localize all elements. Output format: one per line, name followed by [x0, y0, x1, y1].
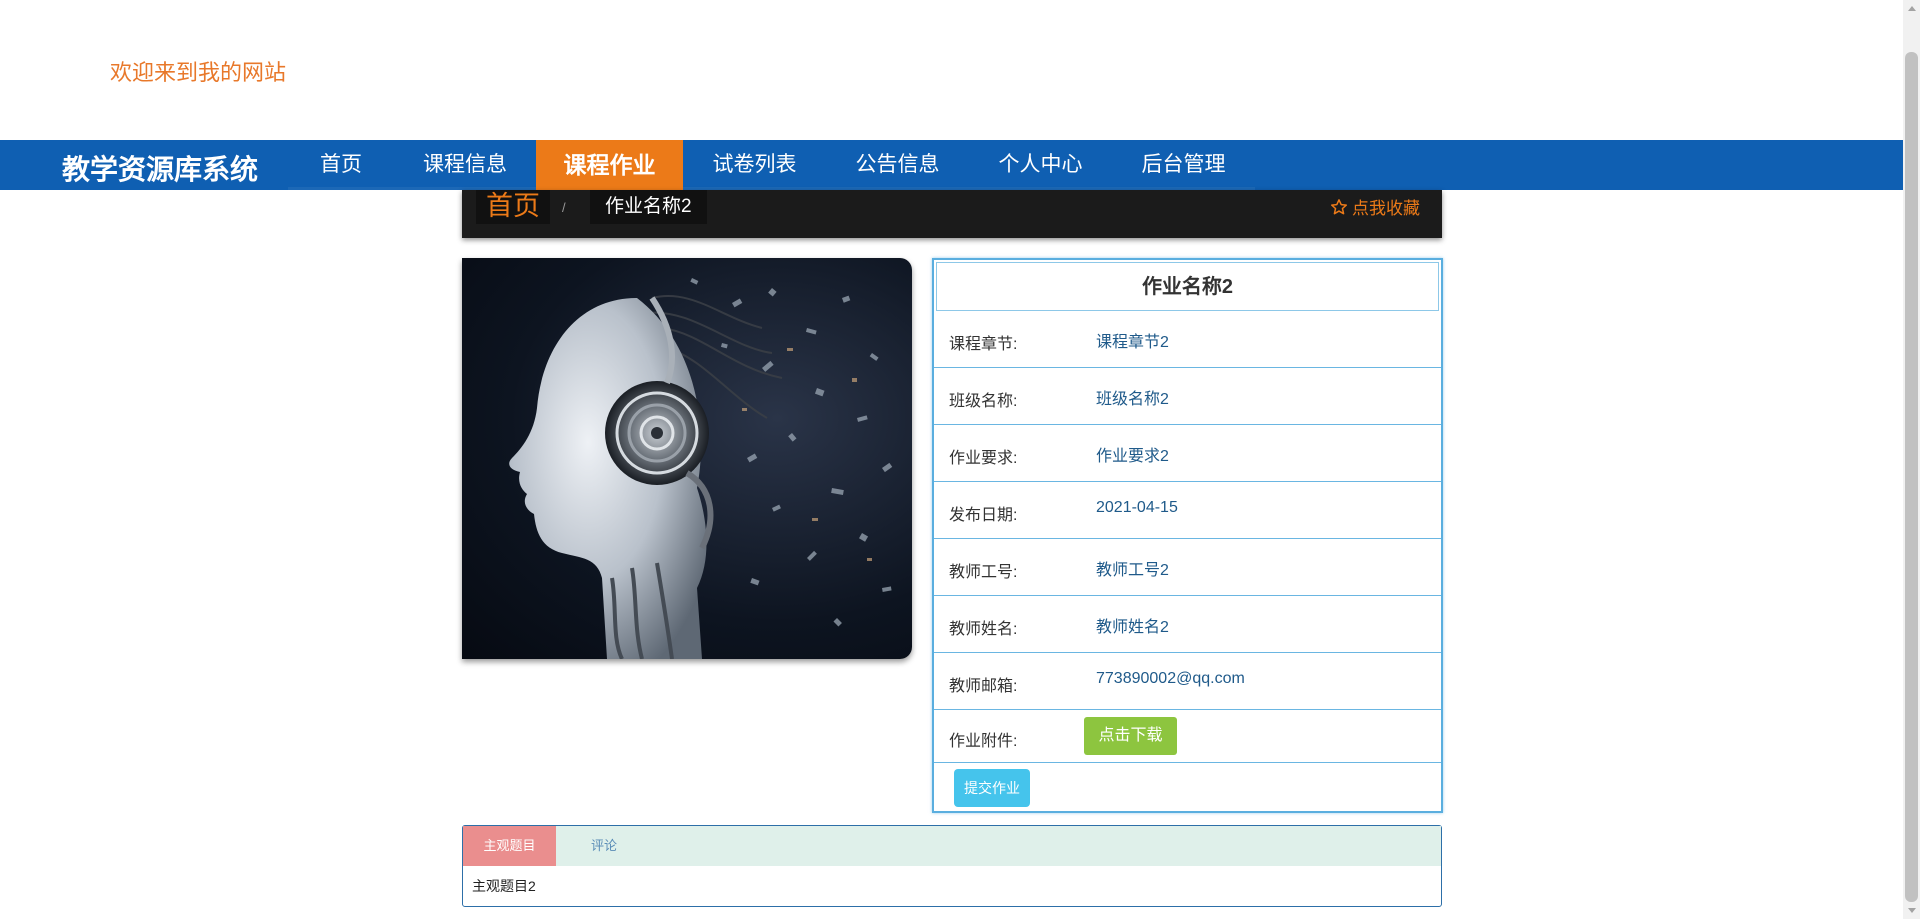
breadcrumb-home-link[interactable]: 首页 — [476, 190, 550, 224]
page: 欢迎来到我的网站 教学资源库系统 首页 课程信息 课程作业 试卷列表 公告信息 … — [0, 0, 1920, 919]
field-value: 773890002@qq.com — [1096, 670, 1245, 687]
nav-menu: 首页 课程信息 课程作业 试卷列表 公告信息 个人中心 后台管理 — [288, 140, 1255, 190]
nav-item-course-homework[interactable]: 课程作业 — [536, 140, 683, 190]
site-brand[interactable]: 教学资源库系统 — [62, 148, 258, 188]
field-row-publish-date: 发布日期: 2021-04-15 — [934, 482, 1441, 539]
field-row-chapter: 课程章节: 课程章节2 — [934, 311, 1441, 368]
field-row-attachment: 作业附件: 点击下载 — [934, 710, 1441, 763]
robot-illustration — [509, 277, 893, 659]
field-value: 教师工号2 — [1096, 562, 1169, 579]
field-label: 作业附件: — [949, 733, 1018, 750]
download-button[interactable]: 点击下载 — [1084, 717, 1177, 755]
field-value: 教师姓名2 — [1096, 619, 1169, 636]
field-value: 2021-04-15 — [1096, 499, 1178, 516]
field-row-teacher-email: 教师邮箱: 773890002@qq.com — [934, 653, 1441, 710]
submit-homework-button[interactable]: 提交作业 — [954, 769, 1030, 807]
field-label: 发布日期: — [949, 507, 1018, 524]
star-icon — [1330, 198, 1348, 214]
field-value: 课程章节2 — [1096, 334, 1169, 351]
field-row-class: 班级名称: 班级名称2 — [934, 368, 1441, 425]
favorite-button[interactable]: 点我收藏 — [1330, 194, 1420, 219]
field-value: 班级名称2 — [1096, 391, 1169, 408]
welcome-text: 欢迎来到我的网站 — [110, 60, 287, 85]
tab-content: 主观题目2 — [472, 878, 536, 894]
field-row-teacher-id: 教师工号: 教师工号2 — [934, 539, 1441, 596]
scroll-up-arrow-icon[interactable] — [1903, 0, 1920, 17]
main-navbar: 教学资源库系统 首页 课程信息 课程作业 试卷列表 公告信息 个人中心 后台管理 — [0, 140, 1903, 190]
nav-item-home[interactable]: 首页 — [288, 140, 394, 190]
favorite-label: 点我收藏 — [1352, 199, 1420, 218]
tabs-header: 主观题目 评论 — [463, 826, 1441, 866]
breadcrumb-separator: / — [562, 200, 566, 215]
breadcrumb-current: 作业名称2 — [590, 190, 707, 224]
scroll-down-arrow-icon[interactable] — [1903, 902, 1920, 919]
nav-item-exam-list[interactable]: 试卷列表 — [683, 140, 826, 190]
field-label: 班级名称: — [949, 393, 1018, 410]
scrollbar-thumb[interactable] — [1905, 52, 1918, 902]
nav-item-announcements[interactable]: 公告信息 — [826, 140, 969, 190]
tab-subjective-questions[interactable]: 主观题目 — [463, 826, 556, 866]
field-label: 作业要求: — [949, 450, 1018, 467]
field-label: 课程章节: — [949, 336, 1018, 353]
field-label: 教师工号: — [949, 564, 1018, 581]
submit-row: 提交作业 — [934, 763, 1441, 815]
field-row-teacher-name: 教师姓名: 教师姓名2 — [934, 596, 1441, 653]
details-title: 作业名称2 — [936, 262, 1439, 311]
homework-details-panel: 作业名称2 课程章节: 课程章节2 班级名称: 班级名称2 作业要求: 作业要求… — [932, 258, 1443, 813]
homework-image — [462, 258, 912, 659]
breadcrumb: 首页 / 作业名称2 点我收藏 — [462, 190, 1442, 238]
tabs-panel: 主观题目 评论 主观题目2 — [462, 825, 1442, 907]
nav-item-admin[interactable]: 后台管理 — [1112, 140, 1255, 190]
nav-item-personal-center[interactable]: 个人中心 — [969, 140, 1112, 190]
page-scrollbar[interactable] — [1903, 0, 1920, 919]
field-value: 作业要求2 — [1096, 448, 1169, 465]
tab-comments[interactable]: 评论 — [556, 826, 652, 866]
field-row-requirement: 作业要求: 作业要求2 — [934, 425, 1441, 482]
field-label: 教师邮箱: — [949, 678, 1018, 695]
field-label: 教师姓名: — [949, 621, 1018, 638]
nav-item-course-info[interactable]: 课程信息 — [394, 140, 536, 190]
